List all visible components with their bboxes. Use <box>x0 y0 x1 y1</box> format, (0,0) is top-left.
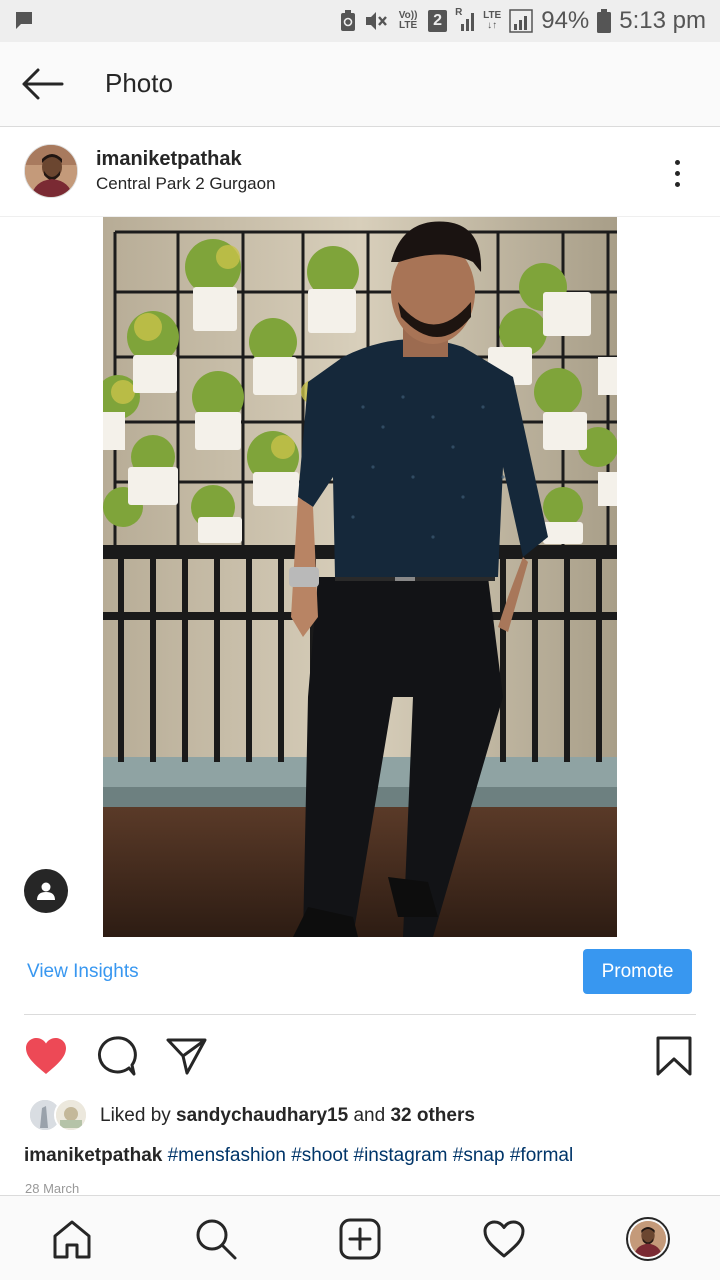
nav-activity[interactable] <box>479 1214 529 1264</box>
mute-icon <box>364 10 388 32</box>
bookmark-icon <box>656 1036 692 1076</box>
hashtag-link[interactable]: #mensfashion <box>168 1145 286 1166</box>
liker-avatars[interactable] <box>28 1098 90 1132</box>
signal-roaming-icon: R <box>455 8 475 32</box>
volte-indicator: Vo)) LTE <box>398 10 418 31</box>
status-bar: Vo)) LTE 2 R LTE ↓↑ 94% 5:13 pm <box>0 0 720 42</box>
likes-summary: Liked by sandychaudhary15 and 32 others <box>100 1105 475 1126</box>
share-button[interactable] <box>163 1033 209 1079</box>
clock: 5:13 pm <box>619 7 706 34</box>
liker-avatar <box>54 1098 88 1132</box>
promote-button[interactable]: Promote <box>583 949 692 994</box>
user-avatar[interactable] <box>24 144 78 198</box>
nav-profile[interactable] <box>623 1214 673 1264</box>
caption-username[interactable]: imaniketpathak <box>24 1145 162 1166</box>
message-notification-icon <box>16 12 32 29</box>
hashtag-link[interactable]: #formal <box>510 1145 573 1166</box>
post-username[interactable]: imaniketpathak <box>96 148 242 171</box>
plus-square-icon <box>339 1218 381 1260</box>
avatar-photo <box>25 145 77 197</box>
nav-new-post[interactable] <box>335 1214 385 1264</box>
data-arrows-icon: ↓↑ <box>487 20 498 31</box>
person-tag-icon <box>37 882 55 900</box>
post-location[interactable]: Central Park 2 Gurgaon <box>96 174 276 194</box>
back-button[interactable] <box>18 62 66 106</box>
likes-others-link[interactable]: 32 others <box>390 1105 474 1126</box>
home-icon <box>53 1220 91 1259</box>
page-title: Photo <box>105 68 173 98</box>
post-photo[interactable] <box>103 217 617 937</box>
hashtag-link[interactable]: #shoot <box>291 1145 348 1166</box>
heart-filled-icon <box>26 1038 66 1074</box>
divider <box>24 1014 696 1015</box>
hashtag-link[interactable]: #snap <box>453 1145 505 1166</box>
paper-plane-icon <box>166 1038 207 1075</box>
like-button[interactable] <box>23 1033 69 1079</box>
comment-button[interactable] <box>93 1033 139 1079</box>
save-button[interactable] <box>651 1033 697 1079</box>
post-header: imaniketpathak Central Park 2 Gurgaon <box>0 127 720 217</box>
sim-slot-badge: 2 <box>428 10 448 32</box>
comment-icon <box>97 1036 137 1076</box>
top-app-bar: Photo <box>0 42 720 127</box>
signal-strength-icon <box>509 9 533 33</box>
hashtag-link[interactable]: #instagram <box>354 1145 448 1166</box>
liker-username[interactable]: sandychaudhary15 <box>176 1105 348 1126</box>
status-icons: Vo)) LTE 2 R LTE ↓↑ 94% 5:13 pm <box>340 0 706 42</box>
heart-outline-icon <box>483 1220 525 1258</box>
profile-avatar-photo <box>630 1221 666 1257</box>
profile-avatar <box>626 1217 670 1261</box>
arrow-left-icon <box>22 68 64 100</box>
photo-illustration <box>103 217 617 937</box>
bottom-navigation <box>0 1195 720 1280</box>
tag-people-button[interactable] <box>24 869 68 913</box>
more-vertical-icon <box>674 159 680 165</box>
search-icon <box>196 1219 237 1260</box>
battery-percent: 94% <box>541 7 590 34</box>
post-date: 28 March <box>25 1181 80 1196</box>
recycle-battery-icon <box>340 10 356 32</box>
post-caption: imaniketpathak #mensfashion #shoot #inst… <box>24 1145 573 1167</box>
view-insights-link[interactable]: View Insights <box>27 961 139 983</box>
battery-icon <box>597 9 612 33</box>
lte-indicator: LTE ↓↑ <box>483 10 502 31</box>
nav-home[interactable] <box>47 1214 97 1264</box>
more-options-button[interactable] <box>662 153 692 193</box>
nav-search[interactable] <box>191 1214 241 1264</box>
